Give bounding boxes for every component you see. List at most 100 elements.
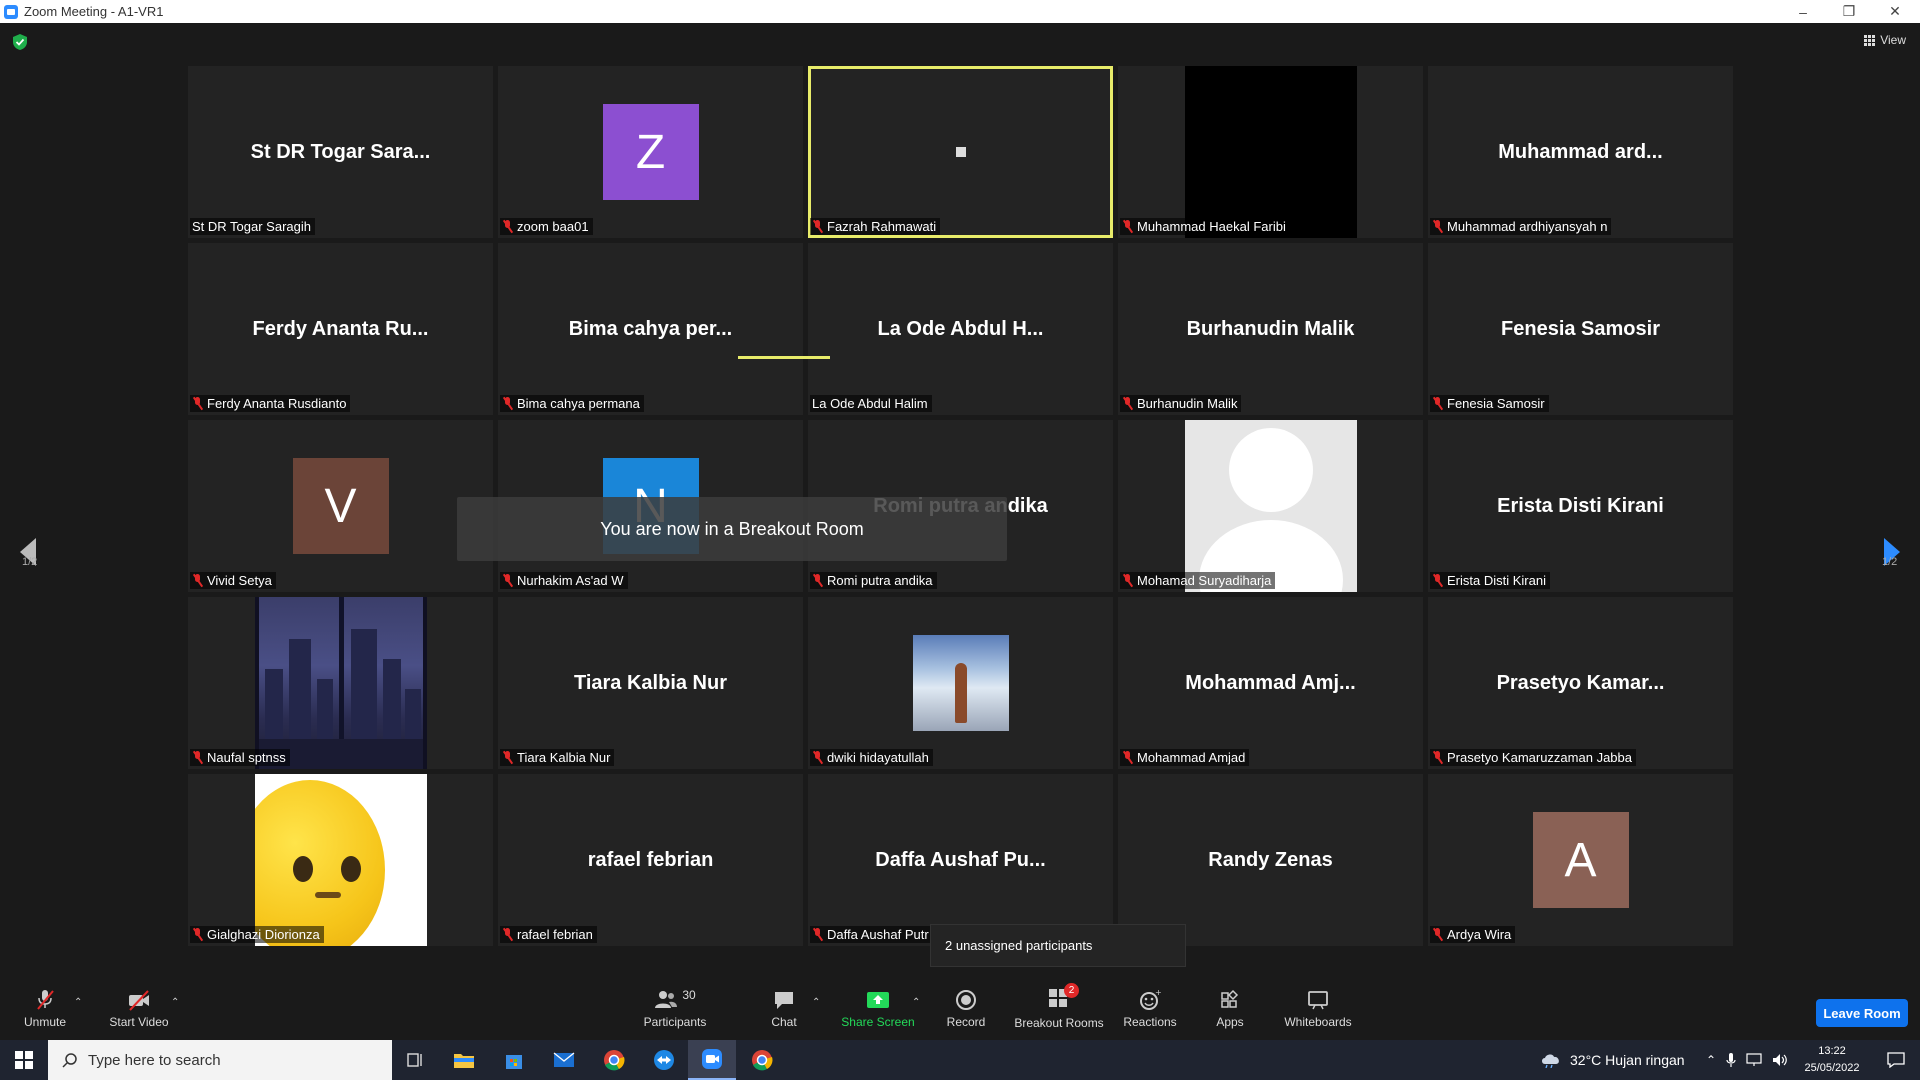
participant-tile[interactable]: Mohammad Amj... Mohammad Amjad [1118,597,1423,769]
mic-muted-icon [812,751,823,764]
participant-tile[interactable]: Zzoom baa01 [498,66,803,238]
mic-muted-icon [192,751,203,764]
notifications-button[interactable] [1872,1040,1920,1080]
participant-tile[interactable]: Mohamad Suryadiharja [1118,420,1423,592]
apps-icon [1221,989,1239,1008]
participant-tile[interactable]: Gialghazi Diorionza [188,774,493,946]
participant-tile[interactable]: Ferdy Ananta Ru... Ferdy Ananta Rusdianto [188,243,493,415]
record-button[interactable]: Record [944,977,988,1040]
windows-logo-icon [15,1051,33,1069]
reactions-button[interactable]: + Reactions [1122,977,1178,1040]
volume-icon[interactable] [1772,1053,1788,1067]
taskbar-search-box[interactable]: Type here to search [48,1040,392,1080]
participant-tile[interactable]: Fazrah Rahmawati [808,66,1113,238]
participant-tile[interactable]: Daffa Aushaf Pu... Daffa Aushaf Putr [808,774,1113,946]
participant-name-label: Muhammad Haekal Faribi [1120,218,1290,235]
file-explorer-button[interactable] [440,1040,488,1080]
leave-room-button[interactable]: Leave Room [1816,999,1908,1027]
participant-tile[interactable]: A Ardya Wira [1428,774,1733,946]
participants-icon [655,990,678,1008]
participant-tile[interactable]: Muhammad Haekal Faribi [1118,66,1423,238]
participant-tile[interactable]: Bima cahya per... Bima cahya permana [498,243,803,415]
video-options-caret-icon[interactable]: ⌃ [171,997,179,1008]
participant-profile-picture [254,597,427,769]
mic-muted-icon [1432,397,1443,410]
participant-tile[interactable]: Erista Disti Kirani Erista Disti Kirani [1428,420,1733,592]
mic-muted-icon [812,220,823,233]
mic-muted-icon [1122,574,1133,587]
audio-options-caret-icon[interactable]: ⌃ [74,997,82,1008]
participant-tile[interactable]: Tiara Kalbia Nur Tiara Kalbia Nur [498,597,803,769]
participant-name-label: dwiki hidayatullah [810,749,933,766]
system-tray: ⌃ [1706,1040,1788,1080]
close-button[interactable]: ✕ [1872,0,1918,23]
apps-button[interactable]: Apps [1210,977,1250,1040]
participant-name: Fenesia Samosir [1447,396,1545,411]
start-video-button[interactable]: Start Video [106,977,172,1040]
participant-display-name: Burhanudin Malik [1186,317,1355,340]
chrome-2-button[interactable] [738,1040,786,1080]
participant-name: Erista Disti Kirani [1447,573,1546,588]
mic-muted-icon [502,397,513,410]
chrome-icon [604,1050,625,1071]
chrome-button[interactable] [590,1040,638,1080]
breakout-room-toast: You are now in a Breakout Room [457,497,1007,561]
teamviewer-button[interactable] [640,1040,688,1080]
chat-options-caret-icon[interactable]: ⌃ [812,997,820,1008]
weather-widget[interactable]: 32°C Hujan ringan [1540,1040,1685,1080]
mail-icon [553,1052,575,1067]
participant-display-name: Tiara Kalbia Nur [573,671,728,694]
mic-muted-icon [192,574,203,587]
participant-tile[interactable]: Muhammad ard... Muhammad ardhiyansyah n [1428,66,1733,238]
participant-tile[interactable]: Burhanudin Malik Burhanudin Malik [1118,243,1423,415]
clock[interactable]: 13:22 25/05/2022 [1792,1043,1872,1077]
mic-muted-icon [1122,397,1133,410]
restore-button[interactable]: ❐ [1826,0,1872,23]
participant-tile[interactable]: St DR Togar Sara... St DR Togar Saragih [188,66,493,238]
whiteboards-button[interactable]: Whiteboards [1282,977,1354,1040]
unmute-button[interactable]: Unmute [20,977,70,1040]
participant-tile[interactable]: La Ode Abdul H... La Ode Abdul Halim [808,243,1113,415]
mic-muted-icon [812,928,823,941]
breakout-rooms-button[interactable]: 2 Breakout Rooms [1012,977,1106,1040]
zoom-taskbar-button[interactable] [688,1040,736,1080]
participant-name-label: Ardya Wira [1430,926,1516,943]
task-view-button[interactable] [392,1040,440,1080]
participant-tile[interactable]: Naufal sptnss [188,597,493,769]
mic-muted-icon [192,397,203,410]
participant-name-label: Fenesia Samosir [1430,395,1549,412]
participant-tile[interactable]: rafael febrian rafael febrian [498,774,803,946]
participant-display-name: Prasetyo Kamar... [1496,671,1665,694]
mail-button[interactable] [540,1040,588,1080]
chat-button[interactable]: Chat [762,977,806,1040]
tray-overflow-chevron-icon[interactable]: ⌃ [1706,1053,1716,1067]
network-icon[interactable] [1746,1053,1762,1067]
start-button[interactable] [0,1040,48,1080]
participant-name-label: St DR Togar Saragih [190,218,315,235]
unassigned-participants-popup[interactable]: 2 unassigned participants [930,924,1186,967]
microphone-icon[interactable] [1726,1052,1736,1068]
share-screen-button[interactable]: Share Screen [838,977,918,1040]
mic-muted-icon [502,574,513,587]
participant-name-label: Ferdy Ananta Rusdianto [190,395,351,412]
store-button[interactable] [490,1040,538,1080]
participant-profile-picture [254,774,427,946]
participant-tile[interactable]: Prasetyo Kamar... Prasetyo Kamaruzzaman J… [1428,597,1733,769]
participant-display-name: La Ode Abdul H... [877,317,1044,340]
minimize-button[interactable]: – [1780,0,1826,23]
participants-button[interactable]: 30 Participants [640,977,710,1040]
participant-name: Gialghazi Diorionza [207,927,320,942]
participant-name: dwiki hidayatullah [827,750,929,765]
participant-tile[interactable]: V Vivid Setya [188,420,493,592]
participant-tile[interactable]: dwiki hidayatullah [808,597,1113,769]
view-button[interactable]: View [1864,33,1906,47]
participant-tile[interactable]: Randy Zenasenas [1118,774,1423,946]
zoom-icon [702,1049,722,1069]
encryption-shield-icon[interactable] [12,33,28,51]
participant-tile[interactable]: Fenesia Samosir Fenesia Samosir [1428,243,1733,415]
share-options-caret-icon[interactable]: ⌃ [912,997,920,1008]
clock-date: 25/05/2022 [1804,1062,1860,1074]
participant-name: Mohamad Suryadiharja [1137,573,1272,588]
participant-name-label: Muhammad ardhiyansyah n [1430,218,1612,235]
page-indicator-left: 1/2 [22,556,38,568]
